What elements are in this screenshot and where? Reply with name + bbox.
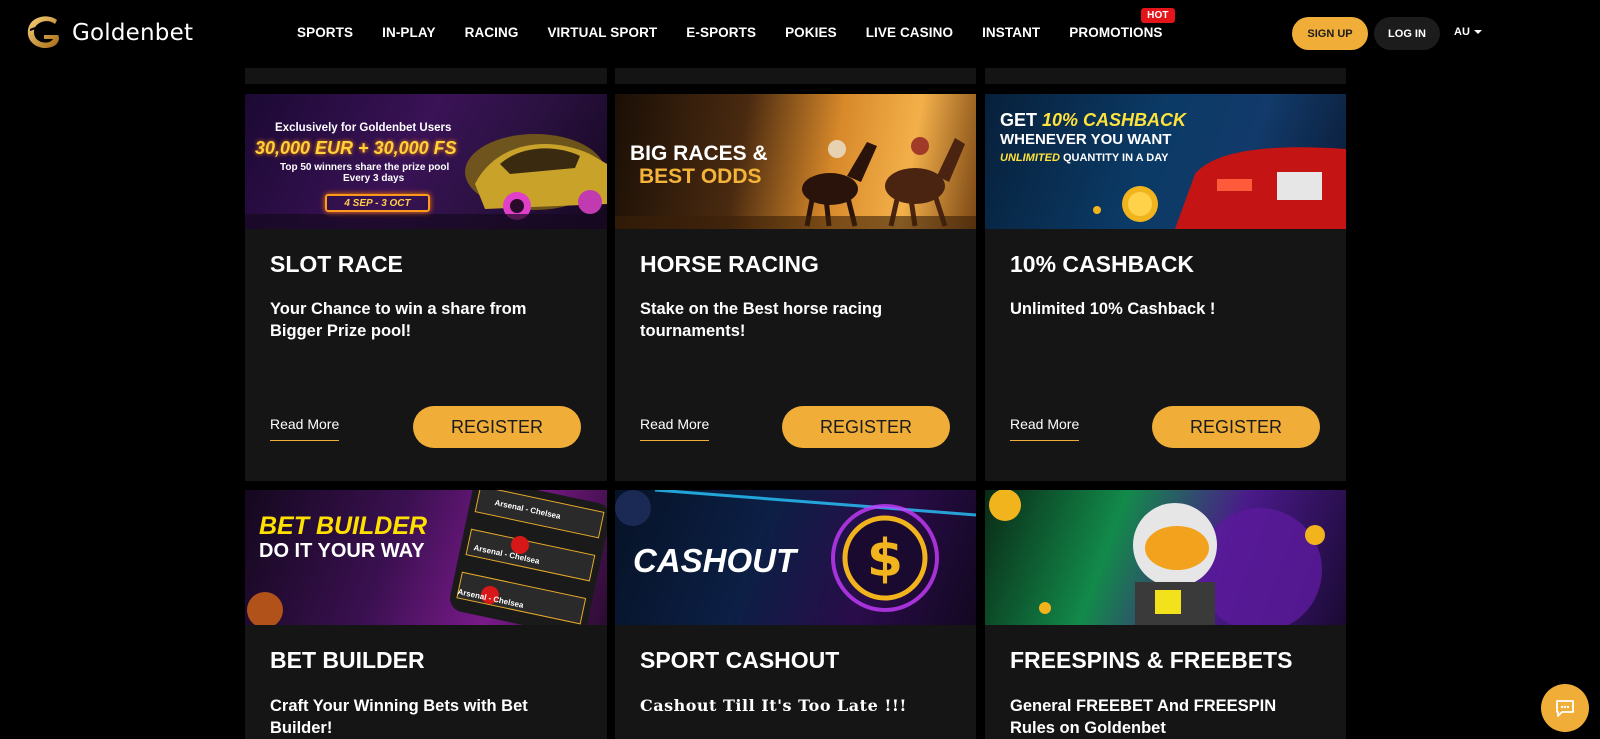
read-more-link[interactable]: Read More — [270, 416, 340, 441]
card-title: 10% CASHBACK — [1010, 251, 1195, 277]
nav-in-play[interactable]: IN-PLAY — [382, 25, 435, 40]
banner-text: Exclusively for Goldenbet Users — [275, 122, 452, 134]
banner-text: QUANTITY IN A DAY — [1059, 152, 1169, 164]
slot-race-banner: Exclusively for Goldenbet Users 30,000 E… — [245, 94, 607, 229]
chevron-down-icon — [1473, 30, 1482, 34]
card-description: Craft Your Winning Bets with Bet Builder… — [270, 697, 528, 737]
register-button[interactable]: REGISTER — [1152, 406, 1320, 448]
read-more-link[interactable]: Read More — [640, 416, 710, 441]
banner-text: UNLIMITED QUANTITY IN A DAY — [1000, 152, 1168, 164]
promo-card-freespins-freebets: FREESPINS & FREEBETS General FREEBET And… — [985, 490, 1346, 739]
card-title: HORSE RACING — [640, 251, 819, 277]
main-nav: SPORTS IN-PLAY RACING VIRTUAL SPORT E-SP… — [297, 8, 1192, 40]
banner-text: BET BUILDER — [259, 512, 428, 540]
promo-card-cashback: GET 10% CASHBACK WHENEVER YOU WANT UNLIM… — [985, 94, 1346, 481]
bet-builder-banner: BET BUILDER DO IT YOUR WAY Arsenal - Che… — [245, 490, 607, 625]
log-in-button[interactable]: LOG IN — [1374, 17, 1440, 50]
read-more-link[interactable]: Read More — [1010, 416, 1080, 441]
banner-text: BEST ODDS — [639, 165, 762, 188]
banner-text: Every 3 days — [343, 173, 405, 184]
promo-card-horse-racing: BIG RACES & BEST ODDS HORSE RACING Stake… — [615, 94, 976, 481]
card-title: SLOT RACE — [270, 251, 403, 277]
banner-text: BIG RACES & — [630, 142, 768, 165]
nav-live-casino[interactable]: LIVE CASINO — [866, 25, 953, 40]
logo[interactable]: Goldenbet — [24, 14, 193, 52]
svg-text:$: $ — [867, 529, 903, 589]
banner-text: Top 50 winners share the prize pool — [280, 162, 450, 173]
banner-text: 30,000 EUR + 30,000 FS — [255, 138, 457, 158]
cashback-banner: GET 10% CASHBACK WHENEVER YOU WANT UNLIM… — [985, 94, 1346, 229]
previous-card-bottom — [615, 68, 976, 84]
nav-sports[interactable]: SPORTS — [297, 25, 353, 40]
promo-card-bet-builder: BET BUILDER DO IT YOUR WAY Arsenal - Che… — [245, 490, 607, 739]
freespins-banner — [985, 490, 1346, 625]
previous-card-bottom — [245, 68, 607, 84]
date-badge: 4 SEP - 3 OCT — [325, 194, 430, 212]
sign-up-button[interactable]: SIGN UP — [1292, 17, 1368, 50]
promo-card-sport-cashout: $ CASHOUT SPORT CASHOUT Cashout Till It'… — [615, 490, 976, 739]
live-chat-button[interactable] — [1541, 684, 1589, 732]
card-description: Stake on the Best horse racing tournamen… — [640, 300, 883, 340]
banner-text: CASHOUT — [633, 542, 797, 579]
banner-text: 10% CASHBACK — [1042, 110, 1187, 130]
card-description: Unlimited 10% Cashback ! — [1010, 300, 1216, 318]
card-title: BET BUILDER — [270, 647, 425, 673]
horse-racing-banner: BIG RACES & BEST ODDS — [615, 94, 976, 229]
language-selector[interactable]: AU — [1454, 26, 1482, 38]
banner-text: WHENEVER YOU WANT — [1000, 131, 1172, 148]
banner-text: DO IT YOUR WAY — [259, 540, 425, 562]
nav-promotions[interactable]: PROMOTIONS HOT — [1069, 8, 1175, 40]
language-code: AU — [1454, 26, 1470, 38]
previous-card-bottom — [985, 68, 1346, 84]
chat-icon — [1556, 700, 1574, 717]
astronaut-ball-image — [989, 490, 1325, 625]
hot-badge: HOT — [1141, 8, 1175, 23]
card-description: Cashout Till It's Too Late !!! — [640, 696, 907, 715]
card-description: General FREEBET And FREESPIN Rules on Go… — [1010, 697, 1277, 737]
banner-text: GET 10% CASHBACK — [1000, 110, 1186, 131]
register-button[interactable]: REGISTER — [782, 406, 950, 448]
nav-racing[interactable]: RACING — [465, 25, 519, 40]
banner-text: GET — [1000, 110, 1043, 130]
nav-pokies[interactable]: POKIES — [785, 25, 837, 40]
card-title: SPORT CASHOUT — [640, 647, 840, 673]
register-button[interactable]: REGISTER — [413, 406, 581, 448]
goldenbet-logo-icon — [27, 16, 62, 49]
site-header: Goldenbet SPORTS IN-PLAY RACING VIRTUAL … — [0, 0, 1600, 68]
banner-text: UNLIMITED — [1000, 152, 1060, 164]
promo-card-slot-race: Exclusively for Goldenbet Users 30,000 E… — [245, 94, 607, 481]
cashout-banner: $ CASHOUT — [615, 490, 976, 625]
nav-e-sports[interactable]: E-SPORTS — [686, 25, 756, 40]
card-title: FREESPINS & FREEBETS — [1010, 647, 1293, 673]
brand-name: Goldenbet — [72, 20, 194, 46]
nav-virtual-sport[interactable]: VIRTUAL SPORT — [547, 25, 657, 40]
card-description: Your Chance to win a share from Bigger P… — [270, 300, 527, 340]
nav-instant[interactable]: INSTANT — [982, 25, 1040, 40]
nav-promotions-label: PROMOTIONS — [1069, 25, 1163, 40]
